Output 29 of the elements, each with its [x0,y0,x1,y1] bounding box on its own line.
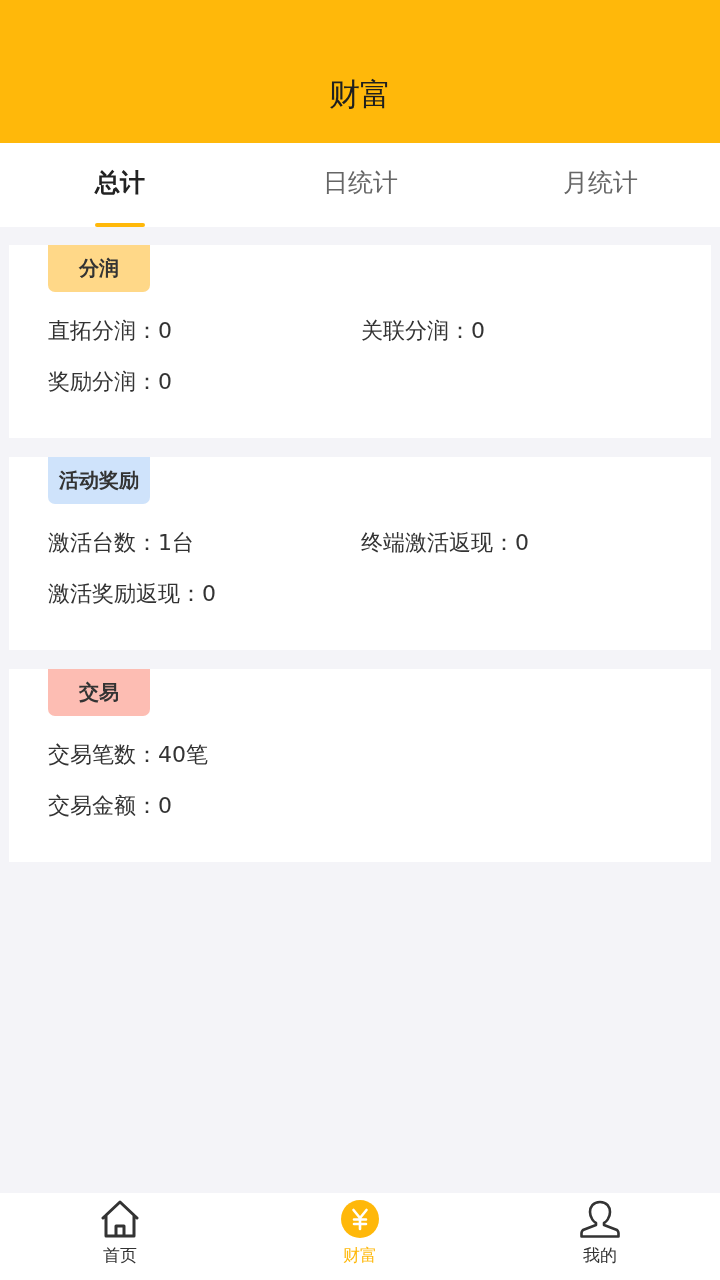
section-tag: 分润 [48,245,150,292]
stat-value: 0 [158,316,172,345]
stat-label: 直拓分润： [48,316,158,345]
stat-label: 关联分润： [361,316,471,345]
stat-value: 0 [471,316,485,345]
home-icon [101,1200,139,1238]
person-icon [580,1200,620,1238]
section-tag: 交易 [48,669,150,716]
nav-item[interactable]: 我的 [480,1193,720,1280]
section-tag: 活动奖励 [48,457,150,504]
tab[interactable]: 总计 [0,143,240,227]
yen-coin-icon [341,1200,379,1238]
page-title: 财富 [329,75,391,113]
stat-label: 交易笔数： [48,740,158,769]
active-tab-underline [95,223,145,227]
stat-value: 0 [202,579,216,608]
stat-label: 奖励分润： [48,367,158,396]
stat-value: 0 [158,367,172,396]
tab[interactable]: 日统计 [240,143,480,227]
stat-label: 激活奖励返现： [48,579,202,608]
stat-value: 0 [158,791,172,820]
tab[interactable]: 月统计 [480,143,720,227]
stat-label: 激活台数： [48,528,158,557]
stat-value: 0 [515,528,529,557]
stat-label: 终端激活返现： [361,528,515,557]
stat-value: 40笔 [158,740,208,769]
stat-value: 1台 [158,528,194,557]
stat-label: 交易金额： [48,791,158,820]
nav-item[interactable]: 首页 [0,1193,240,1280]
